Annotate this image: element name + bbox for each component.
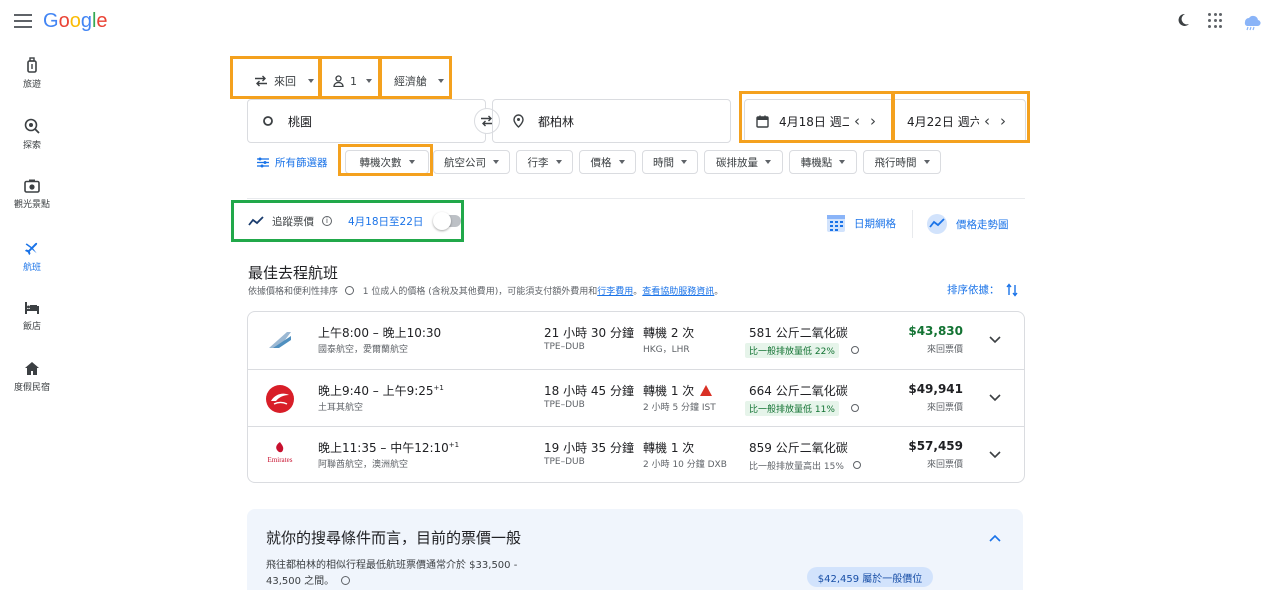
info-icon[interactable] [344, 286, 354, 295]
price-graph-icon [927, 214, 947, 234]
filter-bags-chip[interactable]: 行李 [516, 150, 573, 174]
flight-row[interactable]: 晚上9:40 – 上午9:25+1 土耳其航空 18 小時 45 分鐘 TPE–… [248, 369, 1024, 426]
depart-next-day-button[interactable]: › [865, 112, 881, 130]
results-subtitle: 依據價格和便利性排序 1 位成人的價格 (含稅及其他費用)，可能須支付額外費用和… [248, 286, 724, 297]
sidebar-item-explore[interactable]: 探索 [6, 118, 58, 151]
chevron-down-icon [438, 79, 444, 83]
return-date-field[interactable]: 4月22日 週六 ‹ › [894, 99, 1026, 143]
chevron-down-icon [618, 160, 625, 164]
all-filters-button[interactable]: 所有篩選器 [257, 150, 328, 174]
explore-icon [24, 118, 40, 134]
origin-circle-icon [263, 116, 273, 126]
date-grid-icon [827, 215, 845, 232]
filter-price-chip[interactable]: 價格 [579, 150, 636, 174]
emissions-note: 比一般排放量高出 15% [749, 462, 844, 472]
cathay-pacific-logo-icon [269, 332, 291, 348]
trend-line-icon [248, 216, 264, 226]
google-logo[interactable]: Google [43, 10, 108, 33]
emirates-logo-icon: Emirates [265, 441, 295, 471]
tools-separator [912, 210, 913, 238]
hotel-icon [25, 302, 39, 314]
round-trip-icon [255, 75, 267, 87]
filter-emissions-chip[interactable]: 碳排放量 [704, 150, 783, 174]
collapse-chevron-icon[interactable] [988, 531, 1002, 545]
price-insight-title: 就你的搜尋條件而言，目前的票價一般 [266, 529, 522, 547]
expand-chevron-icon[interactable] [988, 448, 1002, 462]
dark-mode-icon[interactable] [1175, 12, 1191, 28]
track-prices-toggle[interactable] [433, 212, 462, 230]
turkish-airlines-logo-icon [266, 385, 294, 413]
bag-fees-link[interactable]: 行李費用 [597, 287, 633, 297]
camera-icon [24, 179, 40, 193]
section-divider [247, 198, 1025, 199]
return-next-day-button[interactable]: › [995, 112, 1011, 130]
person-icon [333, 75, 344, 87]
cabin-class-select[interactable]: 經濟艙 [394, 68, 444, 94]
current-price-pill: $42,459 屬於一般價位 [807, 567, 933, 587]
emissions-badge: 比一般排放量低 22% [745, 343, 839, 358]
warning-icon[interactable] [700, 385, 713, 396]
filter-stops-chip[interactable]: 轉機次數 [345, 150, 429, 174]
chevron-down-icon [923, 160, 930, 164]
emissions-badge: 比一般排放量低 11% [745, 401, 839, 416]
chevron-down-icon [681, 160, 687, 164]
depart-prev-day-button[interactable]: ‹ [849, 112, 865, 130]
chevron-down-icon [408, 160, 415, 164]
flight-row[interactable]: 上午8:00 – 晚上10:30 國泰航空，愛爾蘭航空 21 小時 30 分鐘 … [248, 312, 1024, 369]
sidebar-item-attractions[interactable]: 觀光景點 [6, 179, 58, 210]
sort-by-button[interactable]: 排序依據： [947, 282, 1018, 297]
sidebar-item-vacation-rentals[interactable]: 度假民宿 [6, 361, 58, 393]
accessibility-link[interactable]: 查看協助服務資訊 [642, 287, 714, 297]
info-icon[interactable] [851, 404, 859, 412]
filter-times-chip[interactable]: 時間 [642, 150, 698, 174]
best-flights-title: 最佳去程航班 [248, 264, 339, 282]
apps-grid-icon[interactable] [1208, 12, 1224, 28]
calendar-icon [756, 115, 769, 128]
chevron-down-icon [308, 79, 314, 83]
info-icon[interactable] [851, 346, 859, 354]
info-icon[interactable] [853, 461, 861, 469]
origin-input[interactable]: 桃園 [247, 99, 486, 143]
luggage-icon [27, 57, 37, 73]
flight-results-list: 上午8:00 – 晚上10:30 國泰航空，愛爾蘭航空 21 小時 30 分鐘 … [247, 311, 1025, 483]
info-icon[interactable] [341, 576, 351, 585]
price-graph-button[interactable]: 價格走勢圖 [926, 213, 1009, 235]
sidebar-item-travel[interactable]: 旅遊 [6, 57, 58, 90]
price-insight-text: 飛往都柏林的相似行程最低航班票價通常介於 $33,500 - 43,500 之間… [266, 560, 518, 587]
flight-icon [24, 242, 38, 256]
main-menu-icon[interactable] [14, 14, 32, 28]
expand-chevron-icon[interactable] [988, 333, 1002, 347]
chevron-down-icon [555, 160, 562, 164]
sidebar-item-hotels[interactable]: 飯店 [6, 301, 58, 332]
chevron-down-icon [366, 79, 372, 83]
trip-type-select[interactable]: 來回 [254, 68, 314, 94]
filter-sliders-icon [257, 157, 269, 167]
depart-date-field[interactable]: 4月18日 週二 ‹ › [744, 99, 894, 143]
passengers-select[interactable]: 1 [333, 68, 372, 94]
flight-row[interactable]: Emirates 晚上11:35 – 中午12:10+1 阿聯酋航空，澳洲航空 … [248, 426, 1024, 482]
sort-arrows-icon [1005, 282, 1018, 297]
home-icon [25, 362, 39, 375]
track-prices-row: 追蹤票價 i 4月18日至22日 [248, 211, 462, 231]
filter-duration-chip[interactable]: 飛行時間 [863, 150, 941, 174]
filter-airlines-chip[interactable]: 航空公司 [433, 150, 510, 174]
location-pin-icon [513, 114, 524, 128]
chevron-down-icon [493, 160, 499, 164]
destination-input[interactable]: 都柏林 [492, 99, 731, 143]
sidebar-item-flights[interactable]: 航班 [6, 240, 58, 273]
date-grid-button[interactable]: 日期網格 [826, 213, 896, 233]
chevron-down-icon [839, 160, 846, 164]
account-avatar[interactable] [1240, 10, 1262, 32]
chevron-down-icon [765, 160, 771, 164]
expand-chevron-icon[interactable] [988, 391, 1002, 405]
filter-connecting-airports-chip[interactable]: 轉機點 [789, 150, 857, 174]
info-icon[interactable]: i [322, 216, 332, 226]
return-prev-day-button[interactable]: ‹ [979, 112, 995, 130]
